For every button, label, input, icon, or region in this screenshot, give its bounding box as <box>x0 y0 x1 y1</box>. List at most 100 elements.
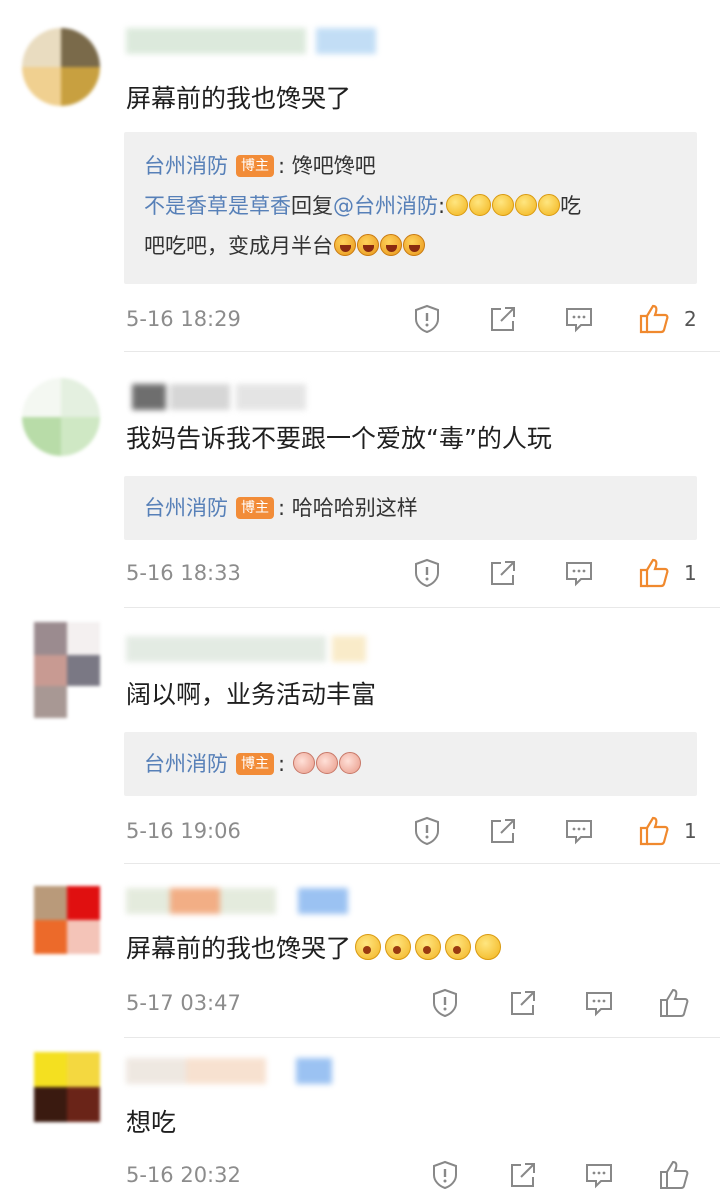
comment-icon <box>566 820 592 845</box>
drool-emoji-icon <box>515 194 538 216</box>
comment-icon <box>586 992 612 1017</box>
comment-item: 屏幕前的我也馋哭了 台州消防 博主: 馋吧馋吧 不是香草是草香回复@台州消防: 吃 … <box>0 0 720 352</box>
reply: 不是香草是草香回复@台州消防: 吃 <box>144 194 582 218</box>
reply-text: 哈哈哈别这样 <box>291 496 418 520</box>
reply-box[interactable]: 台州消防 博主: <box>124 732 697 796</box>
comment-text: 屏幕前的我也馋哭了 <box>126 84 352 113</box>
like-count: 1 <box>684 561 697 585</box>
timestamp: 5-16 19:06 <box>126 819 241 843</box>
like-button[interactable]: 1 <box>638 816 697 846</box>
share-icon <box>491 819 515 843</box>
share-button[interactable] <box>488 304 518 334</box>
share-icon <box>511 1163 535 1187</box>
author-badge: 博主 <box>236 753 274 775</box>
comment-button[interactable] <box>564 304 594 334</box>
shrimp-emoji-icon <box>292 752 315 774</box>
thumbs-up-icon <box>660 1160 689 1189</box>
share-icon <box>511 991 535 1015</box>
reply-author[interactable]: 台州消防 <box>144 154 228 178</box>
avatar[interactable] <box>22 378 100 456</box>
username-redacted[interactable] <box>126 636 366 662</box>
drool-emoji-icon <box>445 934 472 960</box>
thumbs-up-icon <box>660 988 689 1017</box>
share-icon <box>491 561 515 585</box>
comment-item: 阔以啊，业务活动丰富 台州消防 博主: 5-16 19:06 1 <box>0 608 720 864</box>
like-button[interactable] <box>658 988 690 1018</box>
comment-item: 屏幕前的我也馋哭了 5-17 03:47 <box>0 864 720 1038</box>
comment-text: 屏幕前的我也馋哭了 <box>126 930 502 968</box>
timestamp: 5-17 03:47 <box>126 991 241 1015</box>
report-icon <box>433 1160 457 1190</box>
share-button[interactable] <box>508 1160 538 1190</box>
username-redacted[interactable] <box>126 28 376 54</box>
avatar[interactable] <box>22 28 100 106</box>
reply-author[interactable]: 不是香草是草香 <box>144 194 291 218</box>
smile-emoji-icon <box>475 934 502 960</box>
avatar[interactable] <box>34 622 100 718</box>
username-redacted[interactable] <box>126 888 356 914</box>
share-icon <box>491 307 515 331</box>
like-button[interactable] <box>658 1160 690 1190</box>
shrimp-emoji-icon <box>315 752 338 774</box>
report-icon <box>415 304 439 334</box>
share-button[interactable] <box>488 558 518 588</box>
reply: 台州消防 博主: <box>144 744 677 784</box>
laugh-emoji-icon <box>403 234 425 256</box>
comment-button[interactable] <box>564 816 594 846</box>
laugh-emoji-icon <box>357 234 379 256</box>
reply: 台州消防 博主: 馋吧馋吧 <box>144 154 376 178</box>
report-icon <box>415 816 439 846</box>
reply-box[interactable]: 台州消防 博主: 馋吧馋吧 不是香草是草香回复@台州消防: 吃 吧吃吧，变成月半台 <box>124 132 697 284</box>
timestamp: 5-16 18:33 <box>126 561 241 585</box>
timestamp: 5-16 18:29 <box>126 307 241 331</box>
share-button[interactable] <box>488 816 518 846</box>
report-button[interactable] <box>412 816 442 846</box>
drool-emoji-icon <box>538 194 561 216</box>
drool-emoji-icon <box>446 194 469 216</box>
reply-mention[interactable]: @台州消防 <box>333 194 438 218</box>
comment-button[interactable] <box>564 558 594 588</box>
like-button[interactable]: 1 <box>638 558 697 588</box>
comment-button[interactable] <box>584 988 614 1018</box>
reply-text: 馋吧馋吧 <box>291 154 376 178</box>
comment-actions: 5-16 18:29 2 <box>126 304 706 334</box>
comment-actions: 5-16 20:32 <box>126 1160 706 1190</box>
comment-text: 阔以啊，业务活动丰富 <box>126 680 377 709</box>
reply-author[interactable]: 台州消防 <box>144 496 228 520</box>
comment-actions: 5-17 03:47 <box>126 988 706 1018</box>
avatar[interactable] <box>34 1052 100 1122</box>
comment-icon <box>586 1164 612 1189</box>
comment-text: 想吃 <box>126 1108 177 1137</box>
drool-emoji-icon <box>492 194 515 216</box>
comment-item: 想吃 5-16 20:32 <box>0 1038 720 1201</box>
report-button[interactable] <box>430 988 460 1018</box>
drool-emoji-icon <box>385 934 412 960</box>
author-badge: 博主 <box>236 155 274 177</box>
avatar[interactable] <box>34 886 100 954</box>
report-button[interactable] <box>412 304 442 334</box>
reply-box[interactable]: 台州消防 博主: 哈哈哈别这样 <box>124 476 697 540</box>
reply-continuation: 吧吃吧，变成月半台 <box>144 226 677 266</box>
laugh-emoji-icon <box>380 234 402 256</box>
thumbs-up-icon <box>639 816 669 846</box>
like-count: 2 <box>684 307 697 331</box>
like-button[interactable]: 2 <box>638 304 697 334</box>
laugh-emoji-icon <box>334 234 356 256</box>
thumbs-up-icon <box>639 558 669 588</box>
report-button[interactable] <box>430 1160 460 1190</box>
comment-icon <box>566 562 592 587</box>
like-count: 1 <box>684 819 697 843</box>
thumbs-up-icon <box>639 304 669 334</box>
comment-button[interactable] <box>584 1160 614 1190</box>
drool-emoji-icon <box>415 934 442 960</box>
username-redacted[interactable] <box>126 1058 336 1084</box>
share-button[interactable] <box>508 988 538 1018</box>
comment-item: 我妈告诉我不要跟一个爱放“毒”的人玩 台州消防 博主: 哈哈哈别这样 5-16 1… <box>0 352 720 608</box>
comment-text: 我妈告诉我不要跟一个爱放“毒”的人玩 <box>126 424 552 453</box>
drool-emoji-icon <box>469 194 492 216</box>
username-redacted[interactable] <box>126 384 316 410</box>
reply-author[interactable]: 台州消防 <box>144 752 228 776</box>
drool-emoji-icon <box>355 934 382 960</box>
shrimp-emoji-icon <box>338 752 361 774</box>
report-button[interactable] <box>412 558 442 588</box>
